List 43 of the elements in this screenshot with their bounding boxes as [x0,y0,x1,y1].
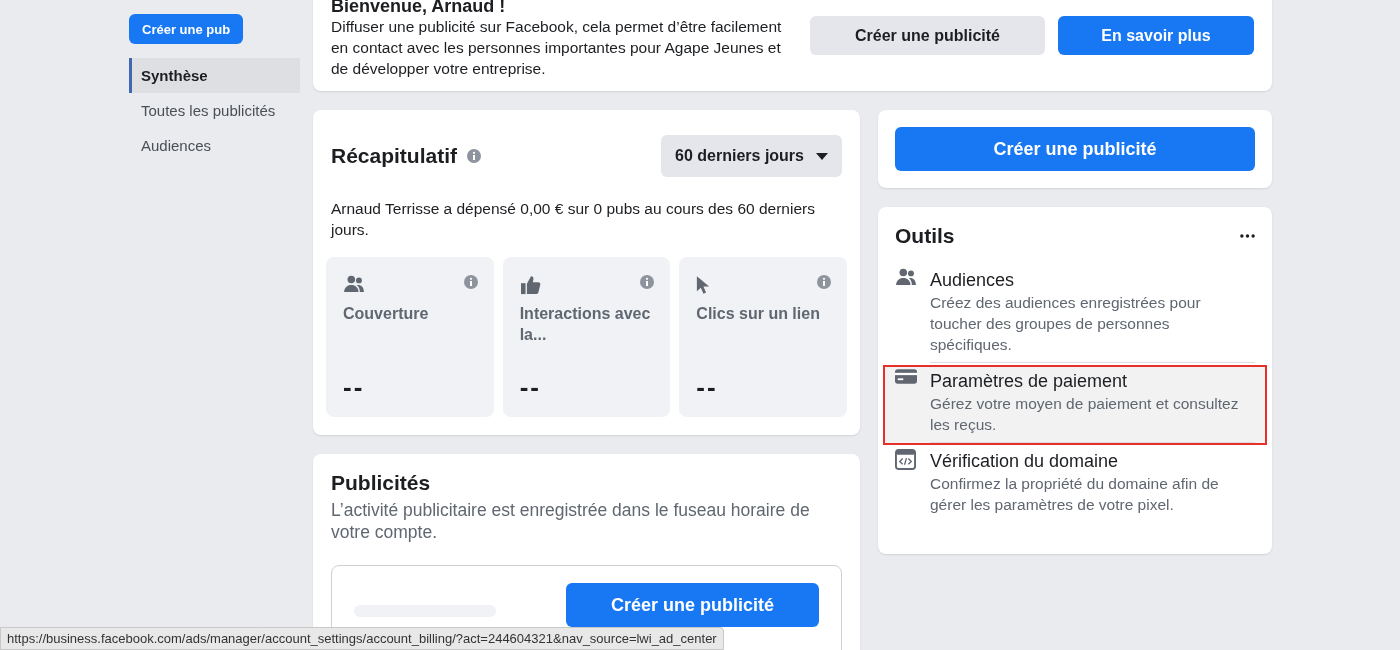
ads-text: L’activité publicitaire est enregistrée dans le fuseau horaire de votre compte. [331,499,811,543]
info-icon[interactable] [463,275,478,289]
learn-more-button[interactable]: En savoir plus [1058,16,1254,55]
metric-value: -- [343,372,365,403]
info-icon[interactable] [817,275,831,289]
create-ad-button[interactable]: Créer une pub [129,14,244,44]
people-icon [895,268,917,286]
create-ad-button[interactable]: Créer une publicité [810,16,1045,55]
metric-value: -- [696,372,718,403]
tool-item[interactable]: Paramètres de paiement Gérez votre moyen de paiement et consultez les reçus. [883,365,1267,445]
create-ad-button[interactable]: Créer une publicité [566,583,819,627]
tool-description: Confirmez la propriété du domaine afin de gérer les paramètres de votre pixel. [930,474,1220,515]
metric-value: -- [519,372,541,403]
ads-title: Publicités [331,471,432,495]
tool-description: Créez des audiences enregistrées pour toucher des groupes de personnes spécifiques. [930,293,1202,355]
tool-item[interactable]: Vérification du domaine Confirmez la propriété du domaine afin de gérer les paramètres de votre pixel. [883,445,1267,524]
metric-label: Couverture [343,304,430,324]
sidebar-item[interactable]: Toutes les publicités [129,93,300,128]
tool-title: Vérification du domaine [930,450,1120,473]
thumbs-up-icon [519,275,542,295]
sidebar-item[interactable]: Audiences [129,128,300,163]
create-ad-button[interactable]: Créer une publicité [895,127,1255,171]
summary-text: Arnaud Terrisse a dépensé 0,00 € sur 0 pubs au cours des 60 derniers jours. [331,199,816,240]
status-bar-url: https://business.facebook.com/ads/manager/account_settings/account_billing/?act=244604321&nav_source=lwi_ad_center [0,627,724,650]
people-icon [343,275,365,293]
tool-item[interactable]: Audiences Créez des audiences enregistrées pour toucher des groupes de personnes spécifiques. [883,264,1267,365]
metric-label: Interactions avec la... [519,304,652,345]
tool-title: Audiences [930,269,1016,292]
more-icon[interactable] [1240,234,1255,238]
summary-title: Récapitulatif [331,144,458,168]
metric-label: Clics sur un lien [696,304,821,324]
cursor-icon [696,275,711,295]
tool-title: Paramètres de paiement [930,370,1129,393]
tool-description: Gérez votre moyen de paiement et consultez les reçus. [930,394,1240,435]
tools-title: Outils [895,224,955,248]
code-window-icon [895,449,916,470]
info-icon[interactable] [640,275,655,289]
welcome-text: Diffuser une publicité sur Facebook, cela permet d’être facilement en contact avec les personnes importantes pour Agape Jeunes et de développer votre entreprise. [331,17,783,79]
sidebar-item[interactable]: Synthèse [129,58,300,93]
info-icon[interactable] [467,149,482,163]
caret-icon [816,152,828,160]
credit-card-icon [895,369,917,384]
period-dropdown[interactable]: 60 derniers jours [661,135,842,177]
